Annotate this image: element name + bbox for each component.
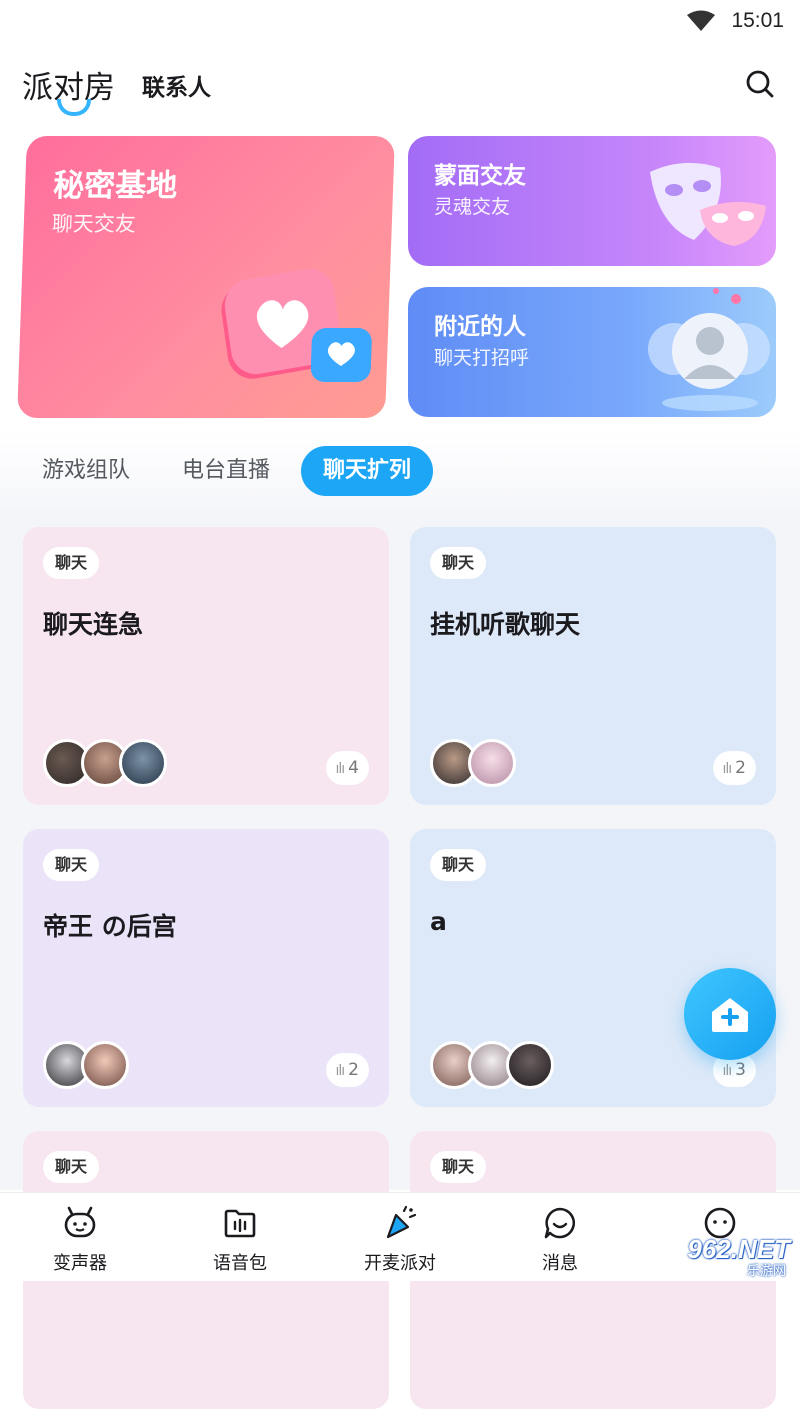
- avatar: [506, 1041, 554, 1089]
- room-tag: 聊天: [430, 849, 487, 881]
- chat-bubble-icon: [544, 1207, 576, 1239]
- mask-icon: [650, 162, 766, 246]
- avatar: [468, 739, 516, 787]
- online-count: ılı 2: [325, 1053, 369, 1087]
- voice-bars-icon: ılı: [722, 761, 733, 777]
- room-name: 挂机听歌聊天: [430, 610, 581, 639]
- nav-label: 语音包: [213, 1253, 267, 1274]
- heart-bubble-icon: [221, 268, 372, 382]
- room-name: 帝王 の后宫: [43, 912, 177, 941]
- nav-label: 开麦派对: [364, 1253, 436, 1274]
- category-tabs: 游戏组队 电台直播 聊天扩列: [0, 430, 800, 520]
- avatar: [81, 1041, 129, 1089]
- room-tag: 聊天: [43, 849, 100, 881]
- banner-subtitle: 灵魂交友: [434, 196, 511, 218]
- banner-title: 蒙面交友: [434, 163, 526, 189]
- room-tag: 聊天: [430, 547, 487, 579]
- tab-contacts[interactable]: 联系人: [142, 68, 211, 102]
- online-count: ılı 4: [325, 751, 369, 785]
- banner-title: 秘密基地: [52, 168, 178, 204]
- room-card[interactable]: 聊天 帝王 の后宫 ılı 2: [23, 829, 389, 1107]
- voice-bars-icon: ılı: [335, 1063, 346, 1079]
- room-card[interactable]: 聊天 挂机听歌聊天 ılı 2: [410, 527, 776, 805]
- banner-masked-dating[interactable]: 蒙面交友 灵魂交友: [408, 136, 776, 266]
- banner-secret-base[interactable]: 秘密基地 聊天交友: [17, 136, 395, 418]
- create-room-button[interactable]: [684, 968, 776, 1060]
- robot-face-icon: [64, 1206, 96, 1238]
- voice-bars-icon: ılı: [335, 761, 346, 777]
- party-popper-icon: [386, 1205, 417, 1239]
- room-name: a: [430, 907, 447, 936]
- nav-open-mic-party[interactable]: 开麦派对: [320, 1193, 480, 1281]
- folder-voice-icon: [224, 1209, 256, 1238]
- banner-subtitle: 聊天交友: [51, 212, 137, 236]
- banner-subtitle: 聊天打招呼: [434, 347, 530, 369]
- site-watermark: 962.NET 乐游网: [660, 1232, 790, 1279]
- active-tab-indicator: [57, 99, 91, 116]
- status-time: 15:01: [731, 9, 784, 32]
- room-name: 聊天连急: [43, 610, 144, 639]
- search-icon[interactable]: [744, 68, 776, 100]
- person-avatar-icon: [648, 288, 770, 411]
- add-home-icon: [712, 998, 748, 1032]
- wifi-icon: [687, 10, 715, 31]
- top-header: 派对房 联系人: [0, 56, 800, 116]
- status-bar: 15:01: [0, 0, 800, 44]
- nav-voice-changer[interactable]: 变声器: [0, 1193, 160, 1281]
- room-tag: 聊天: [43, 547, 100, 579]
- room-card[interactable]: 聊天 聊天连急 ılı 4: [23, 527, 389, 805]
- room-tag: 聊天: [430, 1151, 487, 1183]
- online-count: ılı 2: [712, 751, 756, 785]
- nav-voice-pack[interactable]: 语音包: [160, 1193, 320, 1281]
- tab-radio-live[interactable]: 电台直播: [182, 446, 270, 496]
- nav-messages[interactable]: 消息: [480, 1193, 640, 1281]
- watermark-subtext: 乐游网: [746, 1264, 786, 1279]
- room-tag: 聊天: [43, 1151, 100, 1183]
- nav-label: 变声器: [53, 1253, 107, 1274]
- tab-chat-friends[interactable]: 聊天扩列: [301, 446, 433, 496]
- banner-title: 附近的人: [434, 314, 526, 340]
- banner-nearby-people[interactable]: 附近的人 聊天打招呼: [408, 287, 776, 417]
- avatar: [119, 739, 167, 787]
- nav-label: 消息: [542, 1253, 578, 1274]
- tab-game-team[interactable]: 游戏组队: [42, 446, 130, 496]
